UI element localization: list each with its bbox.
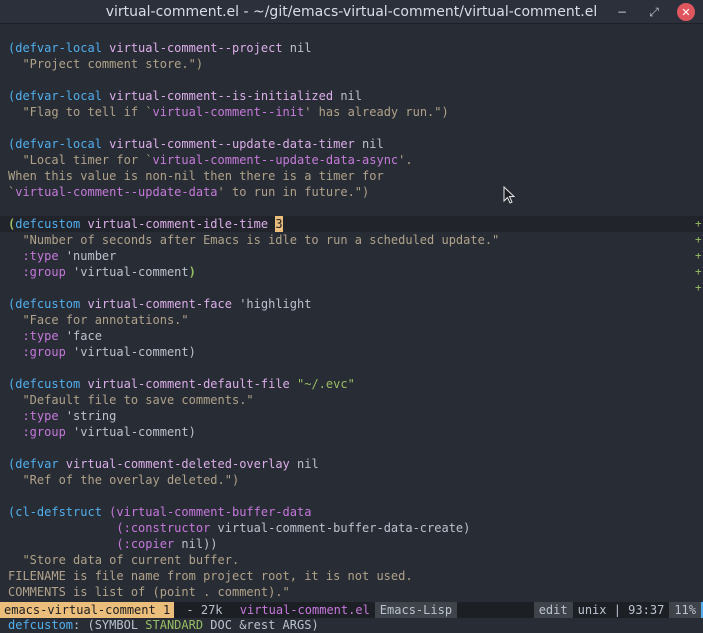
code-line: "Project comment store.") bbox=[8, 57, 204, 71]
code-line: (defvar-local virtual-comment--is-initia… bbox=[8, 89, 363, 103]
code-line: "Ref of the overlay deleted.") bbox=[8, 473, 240, 487]
git-added-marker: + bbox=[695, 265, 702, 278]
code-line: (:copier nil)) bbox=[8, 537, 218, 551]
echo-area: defcustom: (SYMBOL STANDARD DOC &rest AR… bbox=[8, 618, 319, 632]
code-line: "Face for annotations." bbox=[8, 313, 189, 327]
modeline-file-name[interactable]: virtual-comment.el bbox=[235, 602, 375, 618]
code-line: FILENAME is file name from project root,… bbox=[8, 569, 413, 583]
code-line: When this value is non-nil then there is… bbox=[8, 169, 384, 183]
code-line: :group 'virtual-comment) bbox=[8, 265, 196, 279]
text-cursor: 3 bbox=[275, 216, 283, 232]
title-bar: virtual-comment.el - ~/git/emacs-virtual… bbox=[0, 0, 703, 24]
code-line: "Default file to save comments." bbox=[8, 393, 254, 407]
code-line: `virtual-comment--update-data' to run in… bbox=[8, 185, 370, 199]
code-line-current: (defcustom virtual-comment-idle-time 3 bbox=[8, 216, 283, 232]
window-title: virtual-comment.el - ~/git/emacs-virtual… bbox=[105, 3, 598, 20]
mode-line: emacs-virtual-comment 1 - 27k virtual-co… bbox=[0, 602, 703, 618]
code-line: (defvar-local virtual-comment--project n… bbox=[8, 41, 312, 55]
git-added-marker: + bbox=[695, 281, 702, 294]
minimize-icon[interactable]: − bbox=[613, 3, 631, 21]
modeline-buffer-name[interactable]: emacs-virtual-comment 1 bbox=[0, 602, 175, 618]
modeline-size: - 27k bbox=[179, 603, 230, 617]
maximize-icon[interactable]: ⤢ bbox=[645, 3, 663, 21]
git-added-marker: + bbox=[695, 249, 702, 262]
code-line: (defvar-local virtual-comment--update-da… bbox=[8, 137, 384, 151]
code-line: :type 'number bbox=[8, 249, 117, 263]
code-line: "Number of seconds after Emacs is idle t… bbox=[8, 233, 500, 247]
mouse-pointer-icon bbox=[503, 186, 515, 204]
git-added-marker: + bbox=[695, 233, 702, 246]
code-line: (defcustom virtual-comment-default-file … bbox=[8, 377, 355, 391]
code-line: "Flag to tell if `virtual-comment--init'… bbox=[8, 105, 449, 119]
code-line: (cl-defstruct (virtual-comment-buffer-da… bbox=[8, 505, 312, 519]
git-added-marker: + bbox=[695, 217, 702, 230]
code-line: (defvar virtual-comment-deleted-overlay … bbox=[8, 457, 319, 471]
editor-buffer[interactable]: (defvar-local virtual-comment--project n… bbox=[0, 40, 703, 600]
modeline-percent: 11% bbox=[669, 602, 701, 618]
close-icon[interactable]: ✕ bbox=[677, 3, 695, 21]
code-line: "Store data of current buffer. bbox=[8, 553, 240, 567]
code-line: :group 'virtual-comment) bbox=[8, 345, 196, 359]
code-line: :group 'virtual-comment) bbox=[8, 425, 196, 439]
modeline-eol-position: unix | 93:37 bbox=[577, 603, 665, 617]
modeline-state: edit bbox=[533, 602, 573, 618]
code-line: COMMENTS is list of (point . comment)." bbox=[8, 585, 290, 599]
code-line: "Local timer for `virtual-comment--updat… bbox=[8, 153, 413, 167]
code-line: :type 'string bbox=[8, 409, 117, 423]
modeline-major-mode[interactable]: Emacs-Lisp bbox=[374, 602, 458, 618]
window-controls: − ⤢ ✕ bbox=[613, 3, 695, 21]
code-line: (:constructor virtual-comment-buffer-dat… bbox=[8, 521, 471, 535]
code-line: :type 'face bbox=[8, 329, 102, 343]
code-line: (defcustom virtual-comment-face 'highlig… bbox=[8, 297, 312, 311]
